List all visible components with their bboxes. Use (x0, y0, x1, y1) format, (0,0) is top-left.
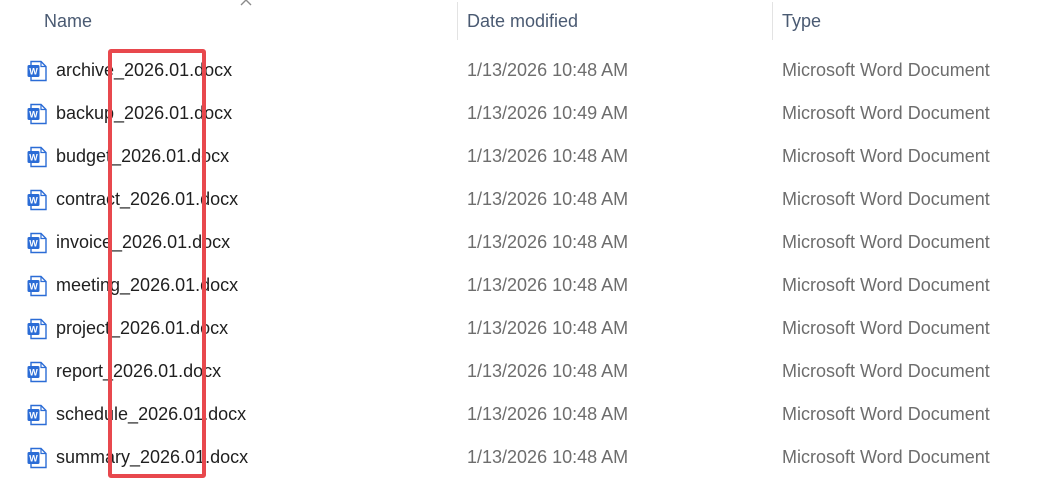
svg-text:W: W (29, 67, 38, 77)
file-name: report_2026.01.docx (56, 361, 222, 381)
column-header-type[interactable]: Type (782, 0, 1042, 42)
file-date-modified: 1/13/2026 10:49 AM (467, 103, 629, 123)
file-date-modified: 1/13/2026 10:48 AM (467, 189, 629, 209)
file-type: Microsoft Word Document (782, 275, 990, 295)
column-header-date-modified[interactable]: Date modified (467, 0, 767, 42)
file-row[interactable]: W project_2026.01.docx 1/13/2026 10:48 A… (0, 307, 1050, 350)
word-document-icon: W (26, 318, 48, 340)
word-document-icon: W (26, 404, 48, 426)
file-date-modified: 1/13/2026 10:48 AM (467, 275, 629, 295)
file-date-modified: 1/13/2026 10:48 AM (467, 361, 629, 381)
file-name: meeting_2026.01.docx (56, 275, 239, 295)
file-name: schedule_2026.01.docx (56, 404, 247, 424)
file-type: Microsoft Word Document (782, 404, 990, 424)
file-type: Microsoft Word Document (782, 318, 990, 338)
file-row[interactable]: W report_2026.01.docx 1/13/2026 10:48 AM… (0, 350, 1050, 393)
file-name: budget_2026.01.docx (56, 146, 230, 166)
file-type: Microsoft Word Document (782, 103, 990, 123)
file-row[interactable]: W archive_2026.01.docx 1/13/2026 10:48 A… (0, 49, 1050, 92)
file-explorer-details-view: Name Date modified Type W archive_2026.0… (0, 0, 1050, 497)
svg-text:W: W (29, 325, 38, 335)
file-name: backup_2026.01.docx (56, 103, 233, 123)
file-date-modified: 1/13/2026 10:48 AM (467, 318, 629, 338)
file-row[interactable]: W contract_2026.01.docx 1/13/2026 10:48 … (0, 178, 1050, 221)
file-type: Microsoft Word Document (782, 361, 990, 381)
file-list: W archive_2026.01.docx 1/13/2026 10:48 A… (0, 49, 1050, 479)
file-row[interactable]: W meeting_2026.01.docx 1/13/2026 10:48 A… (0, 264, 1050, 307)
column-header-row: Name Date modified Type (0, 0, 1050, 42)
file-name: summary_2026.01.docx (56, 447, 249, 467)
file-row[interactable]: W schedule_2026.01.docx 1/13/2026 10:48 … (0, 393, 1050, 436)
file-type: Microsoft Word Document (782, 146, 990, 166)
word-document-icon: W (26, 189, 48, 211)
file-name: archive_2026.01.docx (56, 60, 233, 80)
file-date-modified: 1/13/2026 10:48 AM (467, 232, 629, 252)
file-row[interactable]: W invoice_2026.01.docx 1/13/2026 10:48 A… (0, 221, 1050, 264)
file-type: Microsoft Word Document (782, 232, 990, 252)
column-resize-handle[interactable] (457, 2, 458, 40)
svg-text:W: W (29, 411, 38, 421)
file-name: invoice_2026.01.docx (56, 232, 231, 252)
word-document-icon: W (26, 60, 48, 82)
svg-text:W: W (29, 110, 38, 120)
file-type: Microsoft Word Document (782, 60, 990, 80)
word-document-icon: W (26, 275, 48, 297)
file-type: Microsoft Word Document (782, 447, 990, 467)
word-document-icon: W (26, 447, 48, 469)
svg-text:W: W (29, 239, 38, 249)
svg-text:W: W (29, 368, 38, 378)
file-name: contract_2026.01.docx (56, 189, 239, 209)
file-date-modified: 1/13/2026 10:48 AM (467, 447, 629, 467)
word-document-icon: W (26, 103, 48, 125)
svg-text:W: W (29, 153, 38, 163)
file-type: Microsoft Word Document (782, 189, 990, 209)
svg-text:W: W (29, 454, 38, 464)
file-row[interactable]: W summary_2026.01.docx 1/13/2026 10:48 A… (0, 436, 1050, 479)
svg-text:W: W (29, 196, 38, 206)
file-date-modified: 1/13/2026 10:48 AM (467, 60, 629, 80)
word-document-icon: W (26, 146, 48, 168)
file-date-modified: 1/13/2026 10:48 AM (467, 404, 629, 424)
svg-text:W: W (29, 282, 38, 292)
file-row[interactable]: W backup_2026.01.docx 1/13/2026 10:49 AM… (0, 92, 1050, 135)
file-name: project_2026.01.docx (56, 318, 229, 338)
file-date-modified: 1/13/2026 10:48 AM (467, 146, 629, 166)
word-document-icon: W (26, 361, 48, 383)
chevron-up-icon (239, 0, 253, 7)
column-resize-handle[interactable] (772, 2, 773, 40)
file-row[interactable]: W budget_2026.01.docx 1/13/2026 10:48 AM… (0, 135, 1050, 178)
word-document-icon: W (26, 232, 48, 254)
